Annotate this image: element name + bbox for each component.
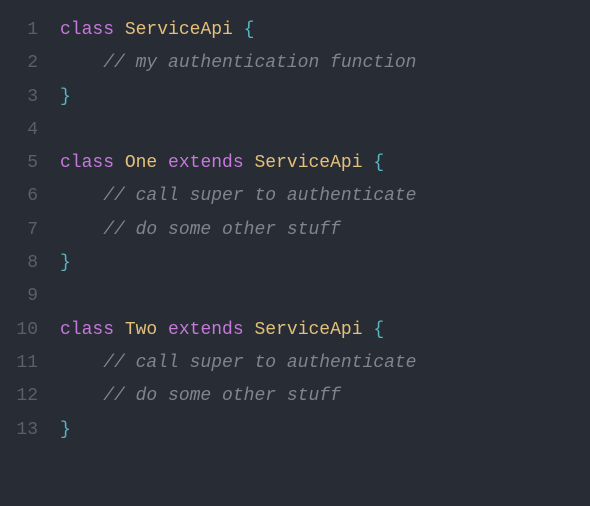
token-pn xyxy=(60,53,103,73)
code-line: class Two extends ServiceApi { xyxy=(60,314,416,347)
code-line: } xyxy=(60,247,416,280)
code-line: // do some other stuff xyxy=(60,214,416,247)
code-line: // call super to authenticate xyxy=(60,347,416,380)
code-line xyxy=(60,114,416,147)
token-cls: ServiceApi xyxy=(125,20,233,40)
line-number: 7 xyxy=(0,214,38,247)
code-line: // my authentication function xyxy=(60,47,416,80)
token-kw: class xyxy=(60,153,114,173)
token-pn xyxy=(244,320,255,340)
code-line xyxy=(60,280,416,313)
line-number: 9 xyxy=(0,280,38,313)
token-br: } xyxy=(60,87,71,107)
token-cls: ServiceApi xyxy=(254,153,362,173)
line-number: 13 xyxy=(0,414,38,447)
token-cmt: // do some other stuff xyxy=(103,386,341,406)
token-br: { xyxy=(244,20,255,40)
token-cmt: // call super to authenticate xyxy=(103,186,416,206)
code-line: // call super to authenticate xyxy=(60,180,416,213)
code-line: class ServiceApi { xyxy=(60,14,416,47)
token-kw: extends xyxy=(168,153,244,173)
token-pn xyxy=(157,153,168,173)
token-kw: class xyxy=(60,320,114,340)
line-number-gutter: 12345678910111213 xyxy=(0,14,60,447)
token-kw: class xyxy=(60,20,114,40)
token-pn xyxy=(60,386,103,406)
line-number: 10 xyxy=(0,314,38,347)
line-number: 6 xyxy=(0,180,38,213)
token-cmt: // my authentication function xyxy=(103,53,416,73)
token-pn xyxy=(244,153,255,173)
code-content: class ServiceApi { // my authentication … xyxy=(60,14,416,447)
line-number: 2 xyxy=(0,47,38,80)
code-editor: 12345678910111213 class ServiceApi { // … xyxy=(0,14,590,447)
line-number: 1 xyxy=(0,14,38,47)
code-line: // do some other stuff xyxy=(60,380,416,413)
token-pn xyxy=(60,353,103,373)
line-number: 4 xyxy=(0,114,38,147)
token-cmt: // call super to authenticate xyxy=(103,353,416,373)
token-pn xyxy=(60,186,103,206)
line-number: 11 xyxy=(0,347,38,380)
code-line: } xyxy=(60,414,416,447)
token-pn xyxy=(363,153,374,173)
token-br: { xyxy=(373,153,384,173)
token-pn xyxy=(114,153,125,173)
token-cls: ServiceApi xyxy=(254,320,362,340)
token-br: } xyxy=(60,253,71,273)
token-pn xyxy=(157,320,168,340)
token-pn xyxy=(114,20,125,40)
code-line: class One extends ServiceApi { xyxy=(60,147,416,180)
line-number: 5 xyxy=(0,147,38,180)
token-pn xyxy=(60,220,103,240)
token-pn xyxy=(233,20,244,40)
token-pn xyxy=(114,320,125,340)
token-cls: One xyxy=(125,153,157,173)
token-kw: extends xyxy=(168,320,244,340)
line-number: 12 xyxy=(0,380,38,413)
token-cls: Two xyxy=(125,320,157,340)
line-number: 8 xyxy=(0,247,38,280)
token-cmt: // do some other stuff xyxy=(103,220,341,240)
token-br: } xyxy=(60,420,71,440)
token-br: { xyxy=(373,320,384,340)
code-line: } xyxy=(60,81,416,114)
token-pn xyxy=(363,320,374,340)
line-number: 3 xyxy=(0,81,38,114)
